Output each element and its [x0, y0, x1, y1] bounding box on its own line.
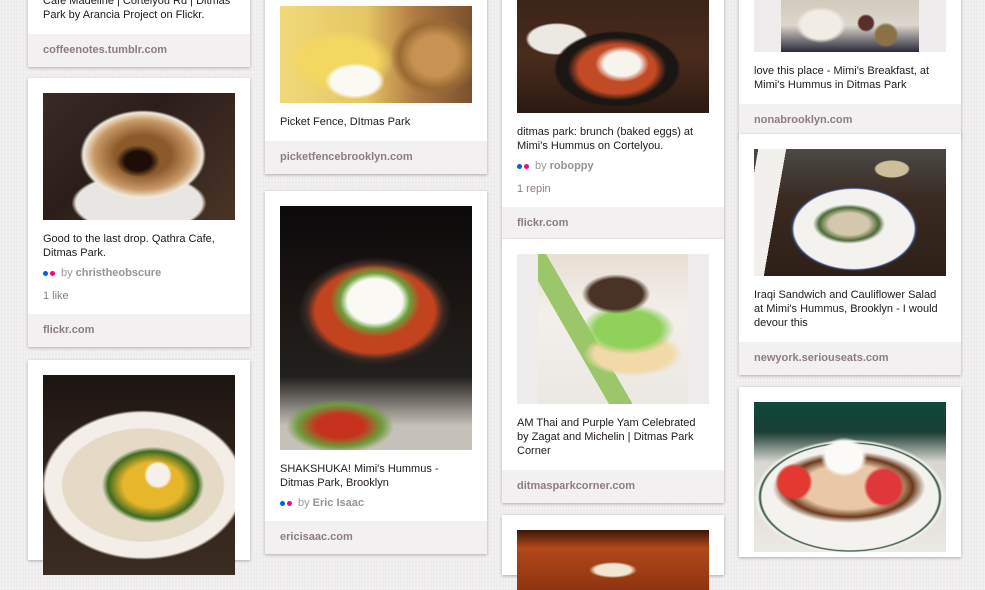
pinner-attribution: by Eric Isaac [265, 490, 487, 509]
eggs-benedict-image[interactable] [280, 6, 472, 103]
pin-card[interactable]: Picket Fence, DItmas Park picketfencebro… [265, 0, 487, 174]
pinner-attribution: by roboppy [502, 153, 724, 172]
toast-poached-egg-image[interactable] [754, 402, 946, 552]
pin-description: ditmas park: brunch (baked eggs) at Mimi… [517, 126, 694, 152]
shakshuka-skillet-image[interactable] [280, 206, 472, 450]
pin-card[interactable]: Good to the last drop. Qathra Cafe, Ditm… [28, 78, 250, 347]
pinner-link[interactable]: Eric Isaac [313, 497, 364, 509]
flickr-icon [517, 163, 529, 169]
pin-source-link[interactable]: flickr.com [502, 207, 724, 240]
pin-source-link[interactable]: ditmasparkcorner.com [502, 470, 724, 503]
pin-card[interactable] [28, 360, 250, 575]
pin-description: AM Thai and Purple Yam Celebrated by Zag… [517, 417, 696, 457]
pinner-prefix: by [61, 267, 73, 279]
pin-card[interactable]: AM Thai and Purple Yam Celebrated by Zag… [502, 239, 724, 503]
pin-source-link[interactable]: picketfencebrooklyn.com [265, 141, 487, 174]
breakfast-plate-image[interactable] [754, 0, 946, 52]
pin-description: Iraqi Sandwich and Cauliflower Salad at … [754, 289, 938, 329]
pin-source-link[interactable]: newyork.seriouseats.com [739, 342, 961, 375]
empty-coffee-cup-image[interactable] [43, 93, 235, 220]
pin-source-link[interactable]: flickr.com [28, 314, 250, 347]
pin-source-link[interactable]: coffeenotes.tumblr.com [28, 34, 250, 67]
burger-image[interactable] [517, 254, 709, 404]
pin-description: Good to the last drop. Qathra Cafe, Ditm… [43, 233, 215, 259]
pin-stats[interactable]: 1 like [28, 279, 250, 302]
flickr-icon [280, 500, 292, 506]
pin-description: Picket Fence, DItmas Park [280, 116, 411, 128]
pin-source-link[interactable]: ericisaac.com [265, 521, 487, 554]
pin-card[interactable] [502, 515, 724, 590]
pinner-attribution: by christheobscure [28, 260, 250, 279]
pinner-prefix: by [298, 497, 310, 509]
pin-card[interactable]: ditmas park: brunch (baked eggs) at Mimi… [502, 0, 724, 240]
pin-description: Cafe Madeline | Cortelyou Rd | Ditmas Pa… [43, 0, 231, 21]
pin-card[interactable]: Iraqi Sandwich and Cauliflower Salad at … [739, 134, 961, 375]
iraqi-sandwich-image[interactable] [754, 149, 946, 276]
pin-card[interactable]: love this place - Mimi's Breakfast, at M… [739, 0, 961, 137]
pinner-link[interactable]: christheobscure [76, 267, 162, 279]
pin-card[interactable] [739, 387, 961, 557]
pinner-prefix: by [535, 160, 547, 172]
pinner-link[interactable]: roboppy [550, 160, 594, 172]
baked-eggs-skillet-image[interactable] [517, 0, 709, 113]
flickr-icon [43, 270, 55, 276]
pin-source-link[interactable]: nonabrooklyn.com [739, 104, 961, 137]
pin-stats[interactable]: 1 repin [502, 172, 724, 195]
bowl-on-wood-image[interactable] [517, 530, 709, 590]
hummus-chickpeas-image[interactable] [43, 375, 235, 575]
pin-card[interactable]: Cafe Madeline | Cortelyou Rd | Ditmas Pa… [28, 0, 250, 67]
pin-card[interactable]: SHAKSHUKA! Mimi's Hummus - Ditmas Park, … [265, 191, 487, 554]
pin-description: love this place - Mimi's Breakfast, at M… [754, 65, 930, 91]
pin-description: SHAKSHUKA! Mimi's Hummus - Ditmas Park, … [280, 463, 439, 489]
